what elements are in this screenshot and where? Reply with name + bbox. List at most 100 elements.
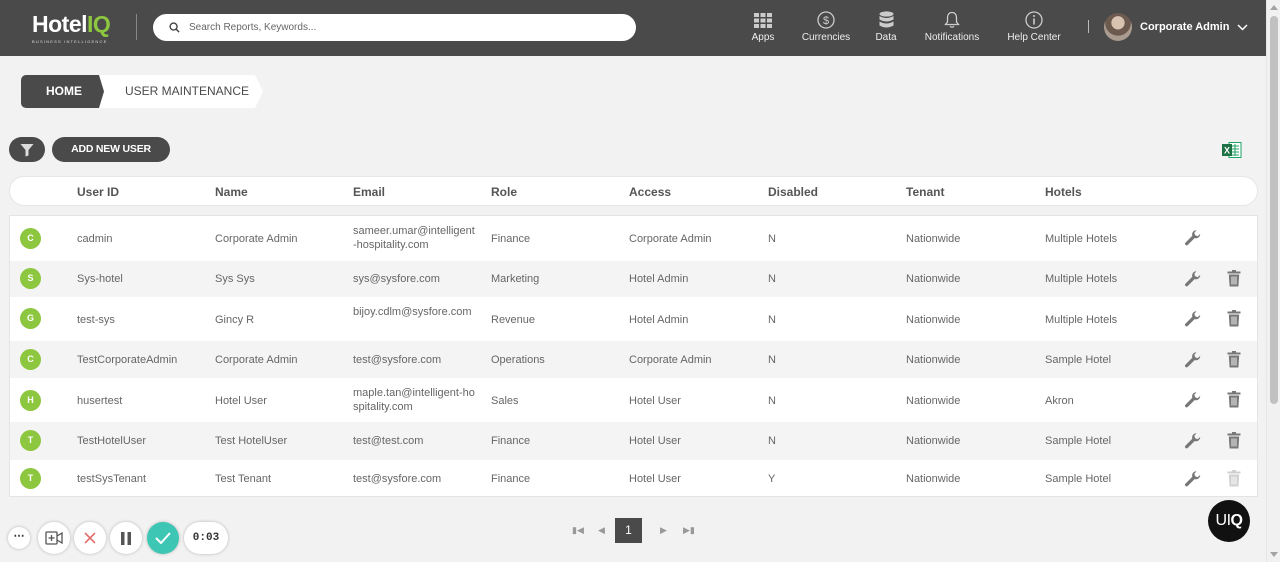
logo-subtitle: BUSINESS INTELLIGENCE (32, 39, 108, 44)
user-initial-badge: T (20, 430, 41, 451)
breadcrumb-home[interactable]: HOME (21, 75, 104, 108)
wrench-icon[interactable] (1184, 391, 1202, 409)
search-bar[interactable] (153, 14, 636, 41)
cell-email: bijoy.cdlm@sysfore.com (353, 306, 472, 318)
cell-tenant: Nationwide (906, 354, 961, 366)
trash-icon[interactable] (1227, 351, 1241, 368)
table-row: C TestCorporateAdmin Corporate Admin tes… (10, 341, 1257, 378)
user-menu[interactable]: Corporate Admin (1104, 13, 1248, 41)
cell-access: Corporate Admin (629, 233, 712, 245)
column-header-access[interactable]: Access (629, 185, 671, 199)
wrench-icon[interactable] (1184, 270, 1202, 288)
scroll-thumb[interactable] (1270, 16, 1278, 404)
column-header-hotels[interactable]: Hotels (1045, 185, 1082, 199)
first-page-icon[interactable]: ▮◀ (572, 525, 584, 536)
svg-text:X: X (1224, 146, 1230, 156)
scroll-up-arrow[interactable] (1270, 5, 1278, 10)
page-scrollbar[interactable] (1266, 0, 1280, 562)
trash-icon-disabled (1227, 470, 1241, 487)
nav-apps[interactable]: Apps (744, 10, 782, 46)
current-page-number[interactable]: 1 (615, 518, 642, 543)
hoteliq-logo[interactable]: HotelIQ BUSINESS INTELLIGENCE (32, 11, 111, 44)
column-header-user-id[interactable]: User ID (77, 185, 119, 199)
excel-export-icon[interactable]: X (1222, 141, 1242, 159)
database-icon (879, 11, 893, 28)
table-header: User ID Name Email Role Access Disabled … (9, 176, 1258, 206)
cell-access: Hotel User (629, 473, 681, 485)
cell-email: maple.tan@intelligent-hospitality.com (353, 387, 475, 413)
nav-notifications[interactable]: Notifications (920, 10, 984, 46)
recorder-cancel-button[interactable] (74, 522, 106, 554)
cell-name: Hotel User (215, 395, 267, 407)
cell-name: Test HotelUser (215, 435, 288, 447)
user-initial-badge: G (20, 308, 41, 329)
cell-name: Gincy R (215, 314, 255, 326)
table-row: T testSysTenant Test Tenant test@sysfore… (10, 460, 1257, 497)
cell-email: test@sysfore.com (353, 473, 442, 485)
cell-tenant: Nationwide (906, 233, 961, 245)
filter-button[interactable] (9, 137, 45, 162)
cell-email: test@sysfore.com (353, 354, 442, 366)
close-icon (84, 532, 96, 544)
cell-user-id: TestHotelUser (77, 435, 147, 447)
cell-access: Hotel User (629, 435, 681, 447)
scroll-down-arrow[interactable] (1270, 552, 1278, 557)
avatar (1104, 13, 1132, 41)
cell-role: Operations (491, 354, 545, 366)
column-header-disabled[interactable]: Disabled (768, 185, 818, 199)
prev-page-icon[interactable]: ◀ (598, 525, 605, 536)
wrench-icon[interactable] (1184, 310, 1202, 328)
column-header-name[interactable]: Name (215, 185, 248, 199)
add-new-user-button[interactable]: ADD NEW USER (52, 137, 170, 162)
uiq-assistant-button[interactable]: UIQ (1208, 500, 1250, 542)
search-icon (169, 22, 180, 33)
last-page-icon[interactable]: ▶▮ (683, 525, 695, 536)
column-header-email[interactable]: Email (353, 185, 385, 199)
cell-user-id: testSysTenant (77, 473, 147, 485)
trash-icon[interactable] (1227, 432, 1241, 449)
logo-text: HotelIQ (32, 11, 111, 37)
recorder-timer: 0:03 (184, 522, 228, 554)
column-header-tenant[interactable]: Tenant (906, 185, 944, 199)
breadcrumb-current: USER MAINTENANCE (98, 75, 263, 108)
cell-role: Revenue (491, 314, 536, 326)
cell-hotels: Multiple Hotels (1045, 273, 1118, 285)
trash-icon[interactable] (1227, 270, 1241, 287)
trash-icon[interactable] (1227, 391, 1241, 408)
user-initial-badge: C (20, 228, 41, 249)
cell-name: Corporate Admin (215, 233, 298, 245)
cell-role: Sales (491, 395, 519, 407)
wrench-icon[interactable] (1184, 229, 1202, 247)
recorder-finish-button[interactable] (147, 522, 179, 554)
cell-hotels: Akron (1045, 395, 1074, 407)
cell-disabled: Y (768, 473, 776, 485)
wrench-icon[interactable] (1184, 351, 1202, 369)
cell-tenant: Nationwide (906, 473, 961, 485)
cell-disabled: N (768, 354, 776, 366)
video-add-icon (45, 531, 63, 545)
cell-role: Finance (491, 473, 531, 485)
cell-user-id: cadmin (77, 233, 113, 245)
search-input[interactable] (189, 14, 619, 41)
cell-disabled: N (768, 395, 776, 407)
cell-tenant: Nationwide (906, 273, 961, 285)
cell-tenant: Nationwide (906, 314, 961, 326)
recorder-camera-button[interactable] (38, 522, 70, 554)
nav-data[interactable]: Data (872, 10, 900, 46)
column-header-role[interactable]: Role (491, 185, 517, 199)
dollar-circle-icon: $ (817, 11, 835, 29)
uiq-text-q: Q (1230, 512, 1243, 529)
nav-currencies[interactable]: $ Currencies (800, 10, 852, 46)
recorder-pause-button[interactable] (110, 522, 142, 554)
bell-icon (944, 11, 960, 28)
pagination: ▮◀ ◀ 1 ▶ ▶▮ (566, 516, 706, 546)
recorder-more-button[interactable]: ⋯ (8, 527, 30, 549)
trash-icon[interactable] (1227, 310, 1241, 327)
user-initial-badge: T (20, 468, 41, 489)
nav-help-center[interactable]: Help Center (1004, 10, 1064, 46)
wrench-icon[interactable] (1184, 432, 1202, 450)
cell-hotels: Multiple Hotels (1045, 314, 1118, 326)
cell-email: test@test.com (353, 435, 424, 447)
wrench-icon[interactable] (1184, 470, 1202, 488)
next-page-icon[interactable]: ▶ (660, 525, 667, 536)
